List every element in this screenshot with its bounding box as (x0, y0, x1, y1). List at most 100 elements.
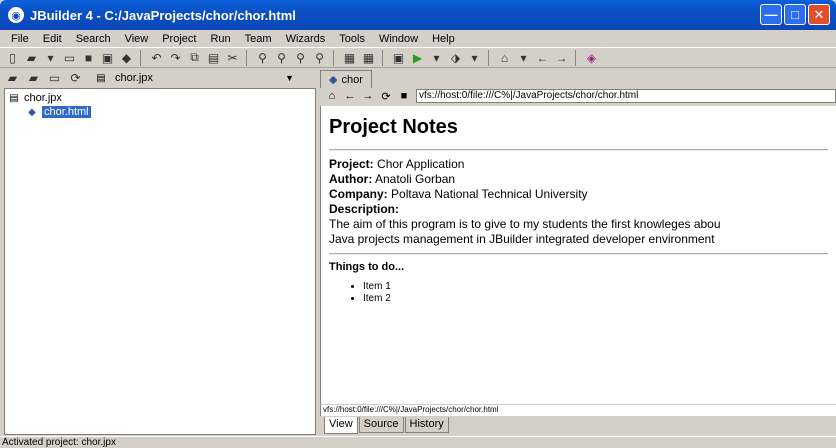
run-icon[interactable]: ▶ (409, 49, 426, 66)
menu-help[interactable]: Help (425, 33, 462, 45)
help-book-icon[interactable]: ◈ (583, 49, 600, 66)
html-file-icon: ◆ (329, 74, 338, 86)
home-icon[interactable]: ⌂ (326, 90, 338, 102)
history-dropdown-icon[interactable]: ▾ (515, 49, 532, 66)
refresh-icon[interactable]: ⟳ (380, 90, 392, 103)
menu-tools[interactable]: Tools (332, 33, 372, 45)
remove-file-icon[interactable]: ▭ (46, 70, 63, 87)
tree-item-label: chor.html (42, 106, 91, 118)
save-icon[interactable]: ■ (80, 49, 97, 66)
save-all-icon[interactable]: ▣ (99, 49, 116, 66)
tab-label: chor (341, 73, 363, 86)
html-viewer: Project Notes Project: Chor Application … (320, 106, 836, 404)
menu-view[interactable]: View (118, 33, 156, 45)
toolbar-separator (140, 49, 146, 66)
divider (329, 149, 828, 151)
tab-source[interactable]: Source (358, 417, 404, 433)
company-line: Company: Poltava National Technical Univ… (329, 187, 588, 201)
maximize-button[interactable]: □ (784, 4, 806, 25)
find-icon[interactable]: ⚲ (254, 49, 271, 66)
print-icon[interactable]: ◆ (118, 49, 135, 66)
view-tabs: View Source History (320, 417, 449, 435)
description-text-2: Java projects management in JBuilder int… (329, 232, 715, 246)
new-file-icon[interactable]: ▯ (4, 49, 21, 66)
menu-wizards[interactable]: Wizards (279, 33, 333, 45)
copy-icon[interactable]: ⧉ (186, 49, 203, 66)
viewer-status: vfs://host:0/file:///C%|/JavaProjects/ch… (320, 404, 836, 416)
toolbar-separator (246, 49, 252, 66)
paste-icon[interactable]: ▤ (205, 49, 222, 66)
stop-icon[interactable]: ■ (398, 90, 410, 102)
toolbar-separator (333, 49, 339, 66)
editor-tabs: ◆ chor (320, 68, 836, 88)
find-again-icon[interactable]: ⚲ (273, 49, 290, 66)
window-title: JBuilder 4 - C:/JavaProjects/chor/chor.h… (30, 7, 296, 23)
menu-bar: File Edit Search View Project Run Team W… (0, 30, 836, 47)
project-line: Project: Chor Application (329, 157, 465, 171)
close-button[interactable]: ✕ (808, 4, 830, 25)
tab-chor[interactable]: ◆ chor (320, 70, 372, 88)
undo-icon[interactable]: ↶ (148, 49, 165, 66)
refresh-icon[interactable]: ⟳ (67, 70, 84, 87)
chevron-down-icon[interactable]: ▼ (285, 73, 294, 83)
replace-icon[interactable]: ⚲ (292, 49, 309, 66)
toolbar-separator (488, 49, 494, 66)
reopen-icon[interactable]: ▾ (42, 49, 59, 66)
menu-edit[interactable]: Edit (36, 33, 69, 45)
open-folder-icon[interactable]: ▰ (23, 49, 40, 66)
list-item: Item 1 (363, 281, 828, 293)
project-selector-value: chor.jpx (115, 72, 153, 84)
search-incremental-icon[interactable]: ⚲ (311, 49, 328, 66)
run-dropdown-icon[interactable]: ▾ (428, 49, 445, 66)
toolbar-separator (575, 49, 581, 66)
project-icon: ▤ (96, 72, 106, 84)
debug-dropdown-icon[interactable]: ▾ (466, 49, 483, 66)
project-icon: ▤ (9, 92, 19, 104)
forward-arrow-icon[interactable]: → (553, 49, 570, 66)
cut-icon[interactable]: ✂ (224, 49, 241, 66)
description-text-1: The aim of this program is to give to my… (329, 217, 721, 231)
jbuilder-app-icon: ◉ (8, 7, 24, 23)
make-icon[interactable]: ▦ (341, 49, 358, 66)
divider (329, 253, 828, 255)
tree-item-label: chor.jpx (24, 92, 62, 104)
tree-item-project[interactable]: ▤ chor.jpx (7, 91, 313, 105)
url-field[interactable]: vfs://host:0/file:///C%|/JavaProjects/ch… (416, 89, 836, 103)
tab-view[interactable]: View (324, 417, 358, 434)
menu-search[interactable]: Search (69, 33, 118, 45)
project-selector[interactable]: ▤ chor.jpx ▼ (94, 72, 294, 84)
tab-history[interactable]: History (404, 417, 449, 433)
author-line: Author: Anatoli Gorban (329, 172, 456, 186)
minimize-button[interactable]: — (760, 4, 782, 25)
toolbar-separator (382, 49, 388, 66)
status-bar: Activated project: chor.jpx (0, 436, 836, 448)
menu-project[interactable]: Project (155, 33, 203, 45)
todo-list: Item 1 Item 2 (329, 281, 828, 305)
window-controls: — □ ✕ (760, 4, 830, 25)
description-label: Description: (329, 202, 400, 216)
tree-item-html-file[interactable]: ◆ chor.html (7, 105, 313, 119)
add-file-icon[interactable]: ▰ (25, 70, 42, 87)
open-project-icon[interactable]: ▰ (4, 70, 21, 87)
menu-file[interactable]: File (4, 33, 36, 45)
redo-icon[interactable]: ↷ (167, 49, 184, 66)
project-toolbar: ▰ ▰ ▭ ⟳ ▤ chor.jpx ▼ (0, 68, 316, 88)
todo-heading: Things to do... (329, 261, 405, 273)
debug-icon[interactable]: ⬗ (447, 49, 464, 66)
close-file-icon[interactable]: ▭ (61, 49, 78, 66)
forward-arrow-icon[interactable]: → (362, 90, 374, 102)
menu-run[interactable]: Run (203, 33, 237, 45)
menu-team[interactable]: Team (238, 33, 279, 45)
back-arrow-icon[interactable]: ← (344, 90, 356, 102)
main-toolbar: ▯ ▰ ▾ ▭ ■ ▣ ◆ ↶ ↷ ⧉ ▤ ✂ ⚲ ⚲ ⚲ ⚲ ▦ ▦ ▣ ▶ … (0, 47, 836, 68)
list-item: Item 2 (363, 293, 828, 305)
rebuild-icon[interactable]: ▦ (360, 49, 377, 66)
browser-navbar: ⌂ ← → ⟳ ■ vfs://host:0/file:///C%|/JavaP… (320, 88, 836, 104)
project-tree: ▤ chor.jpx ◆ chor.html (4, 88, 316, 435)
home-icon[interactable]: ⌂ (496, 49, 513, 66)
title-bar: ◉ JBuilder 4 - C:/JavaProjects/chor/chor… (0, 0, 836, 30)
menu-window[interactable]: Window (372, 33, 425, 45)
back-arrow-icon[interactable]: ← (534, 49, 551, 66)
html-file-icon: ◆ (28, 106, 36, 118)
run-config-icon[interactable]: ▣ (390, 49, 407, 66)
